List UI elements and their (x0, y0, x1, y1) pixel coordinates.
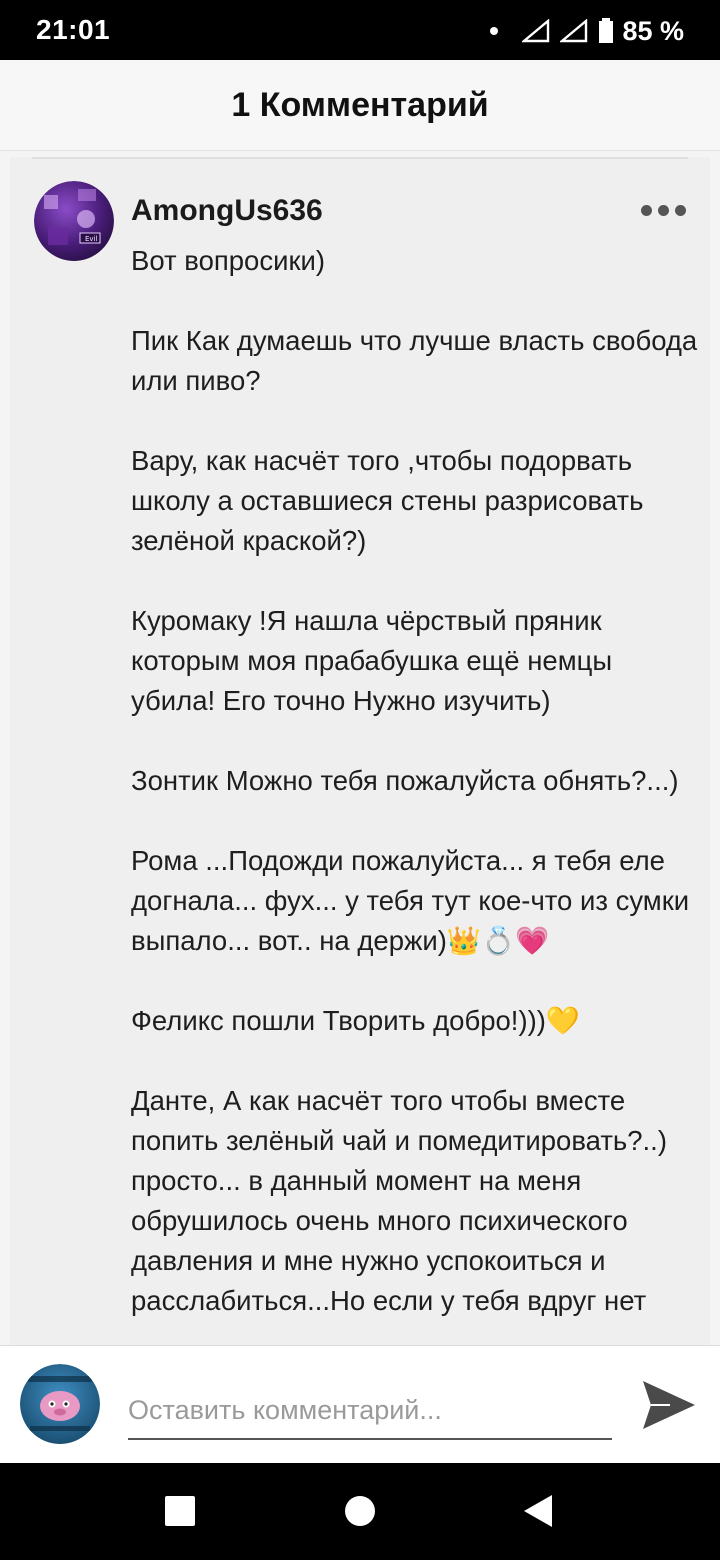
avatar-label: Evil (85, 235, 98, 243)
more-dots-icon (641, 204, 652, 216)
send-button[interactable] (640, 1376, 698, 1434)
avatar-image: Evil (34, 181, 114, 261)
more-dots-icon (675, 204, 686, 216)
comment-paragraph: Вару, как насчёт того ,чтобы подорвать ш… (131, 445, 652, 556)
battery: 85 % (598, 16, 684, 47)
user-avatar[interactable] (20, 1364, 100, 1444)
square-recents-icon (165, 1496, 195, 1526)
comment-input-bar (0, 1345, 720, 1464)
divider (32, 157, 688, 159)
comment-author[interactable]: AmongUs636 (131, 194, 323, 228)
triangle-back-icon (524, 1495, 552, 1527)
comment-paragraph: Вот вопросики) (131, 245, 326, 276)
comment-paragraph: Куромаку !Я нашла чёрствый пряник которы… (131, 605, 620, 716)
battery-icon (599, 18, 614, 43)
comments-header: 1 Комментарий (0, 60, 720, 151)
comment-paragraph: Пик Как думаешь что лучше власть свобода… (131, 325, 705, 396)
status-bar: 21:01 85 % (0, 0, 720, 60)
back-button[interactable] (522, 1493, 554, 1529)
signal-icon (560, 19, 588, 43)
comment-paragraph: Данте, А как насчёт того чтобы вместе по… (131, 1085, 675, 1316)
system-nav-bar (0, 1463, 720, 1560)
send-icon (643, 1381, 695, 1429)
status-time: 21:01 (36, 14, 111, 45)
user-avatar-image (20, 1364, 100, 1444)
comment-paragraph: Рома ...Подожди пожалуйста... я тебя еле… (131, 845, 697, 956)
comment-paragraph: Феликс пошли Творить добро!)))💛 (131, 1005, 581, 1036)
circle-home-icon (345, 1496, 375, 1526)
page-title: 1 Комментарий (231, 86, 489, 124)
notification-dot-icon (490, 27, 499, 35)
more-dots-icon (658, 204, 669, 216)
status-icons: 85 % (490, 14, 684, 48)
more-options-button[interactable] (641, 197, 686, 223)
comment-paragraph: Зонтик Можно тебя пожалуйста обнять?...) (131, 765, 679, 796)
comment-body: Вот вопросики) Пик Как думаешь что лучше… (131, 241, 701, 1321)
author-avatar[interactable]: Evil (34, 181, 114, 261)
recents-button[interactable] (164, 1495, 196, 1527)
comment-input[interactable] (128, 1382, 612, 1440)
battery-percent: 85 % (622, 15, 684, 46)
comment-card: Evil AmongUs636 Вот вопросики) Пик Как д… (10, 157, 710, 1345)
home-button[interactable] (344, 1495, 376, 1527)
signal-icon (522, 19, 550, 43)
